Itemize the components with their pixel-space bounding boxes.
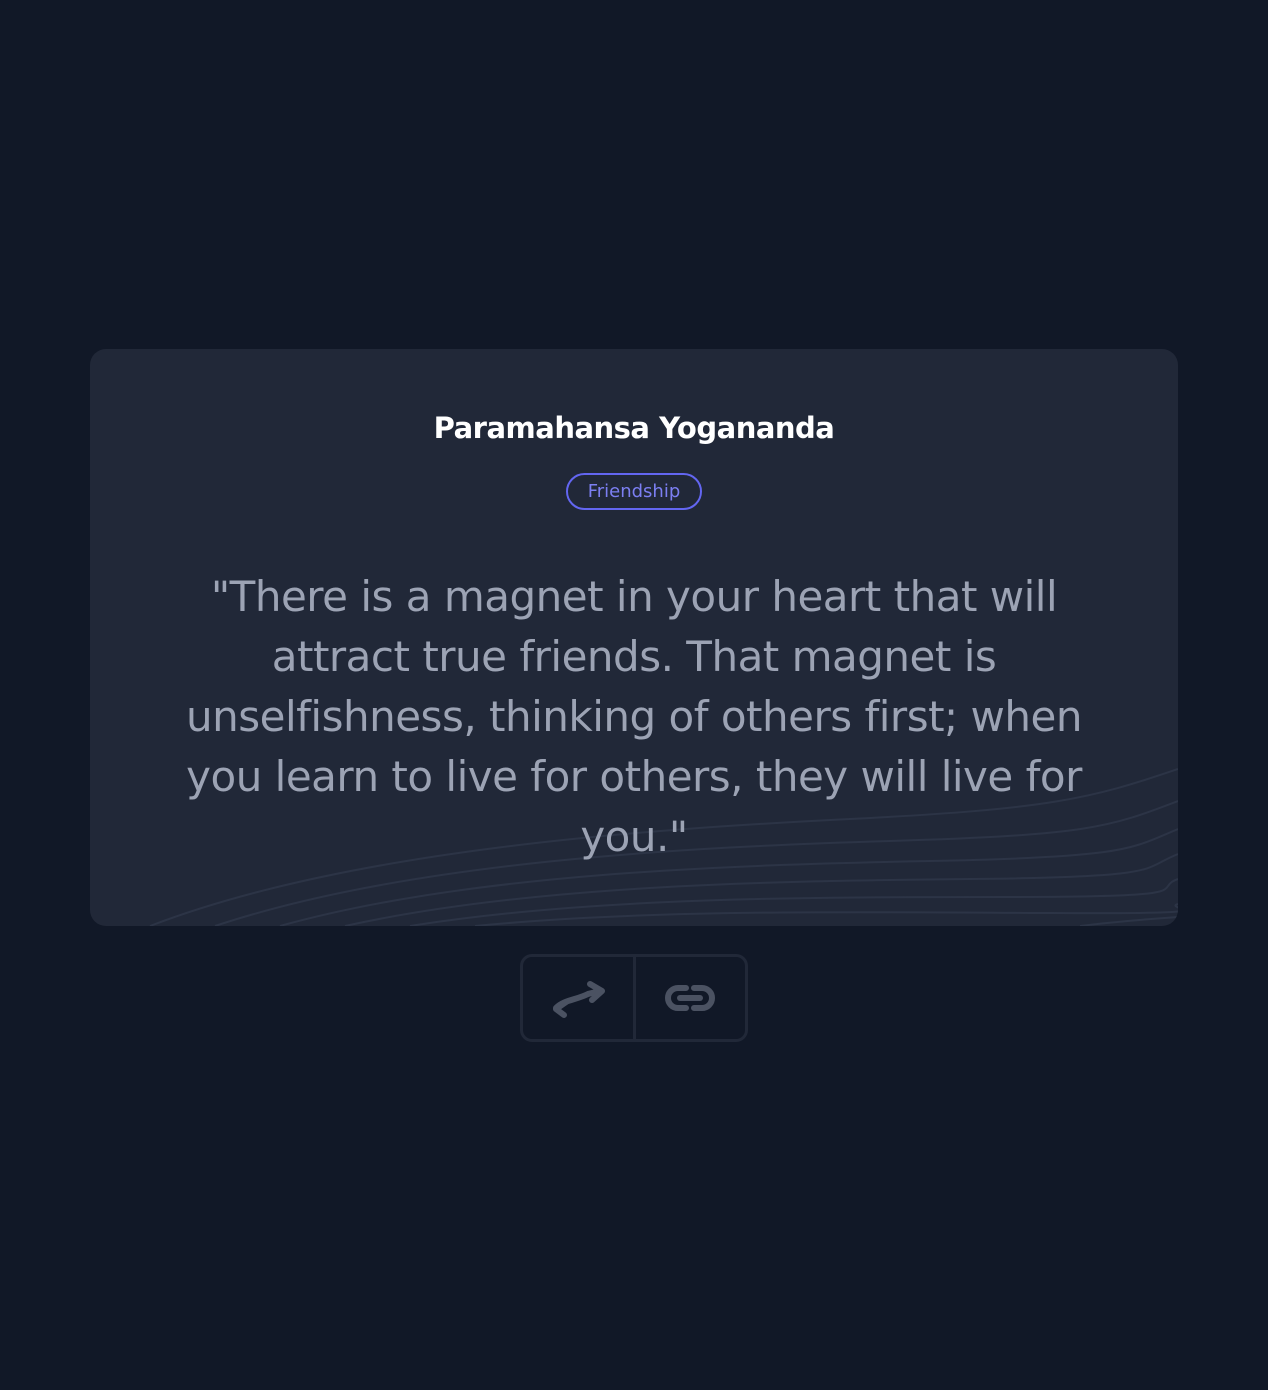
quote-actions xyxy=(520,954,748,1042)
quote-author: Paramahansa Yogananda xyxy=(433,411,835,445)
copy-link-button[interactable] xyxy=(632,957,746,1039)
category-tag[interactable]: Friendship xyxy=(565,473,703,510)
new-quote-button[interactable] xyxy=(523,957,633,1039)
swap-arrows-icon xyxy=(552,981,605,1018)
quote-text: "There is a magnet in your heart that wi… xyxy=(186,572,1082,861)
quote-card: Paramahansa Yogananda Friendship "There … xyxy=(90,349,1178,926)
link-icon xyxy=(665,985,716,1011)
